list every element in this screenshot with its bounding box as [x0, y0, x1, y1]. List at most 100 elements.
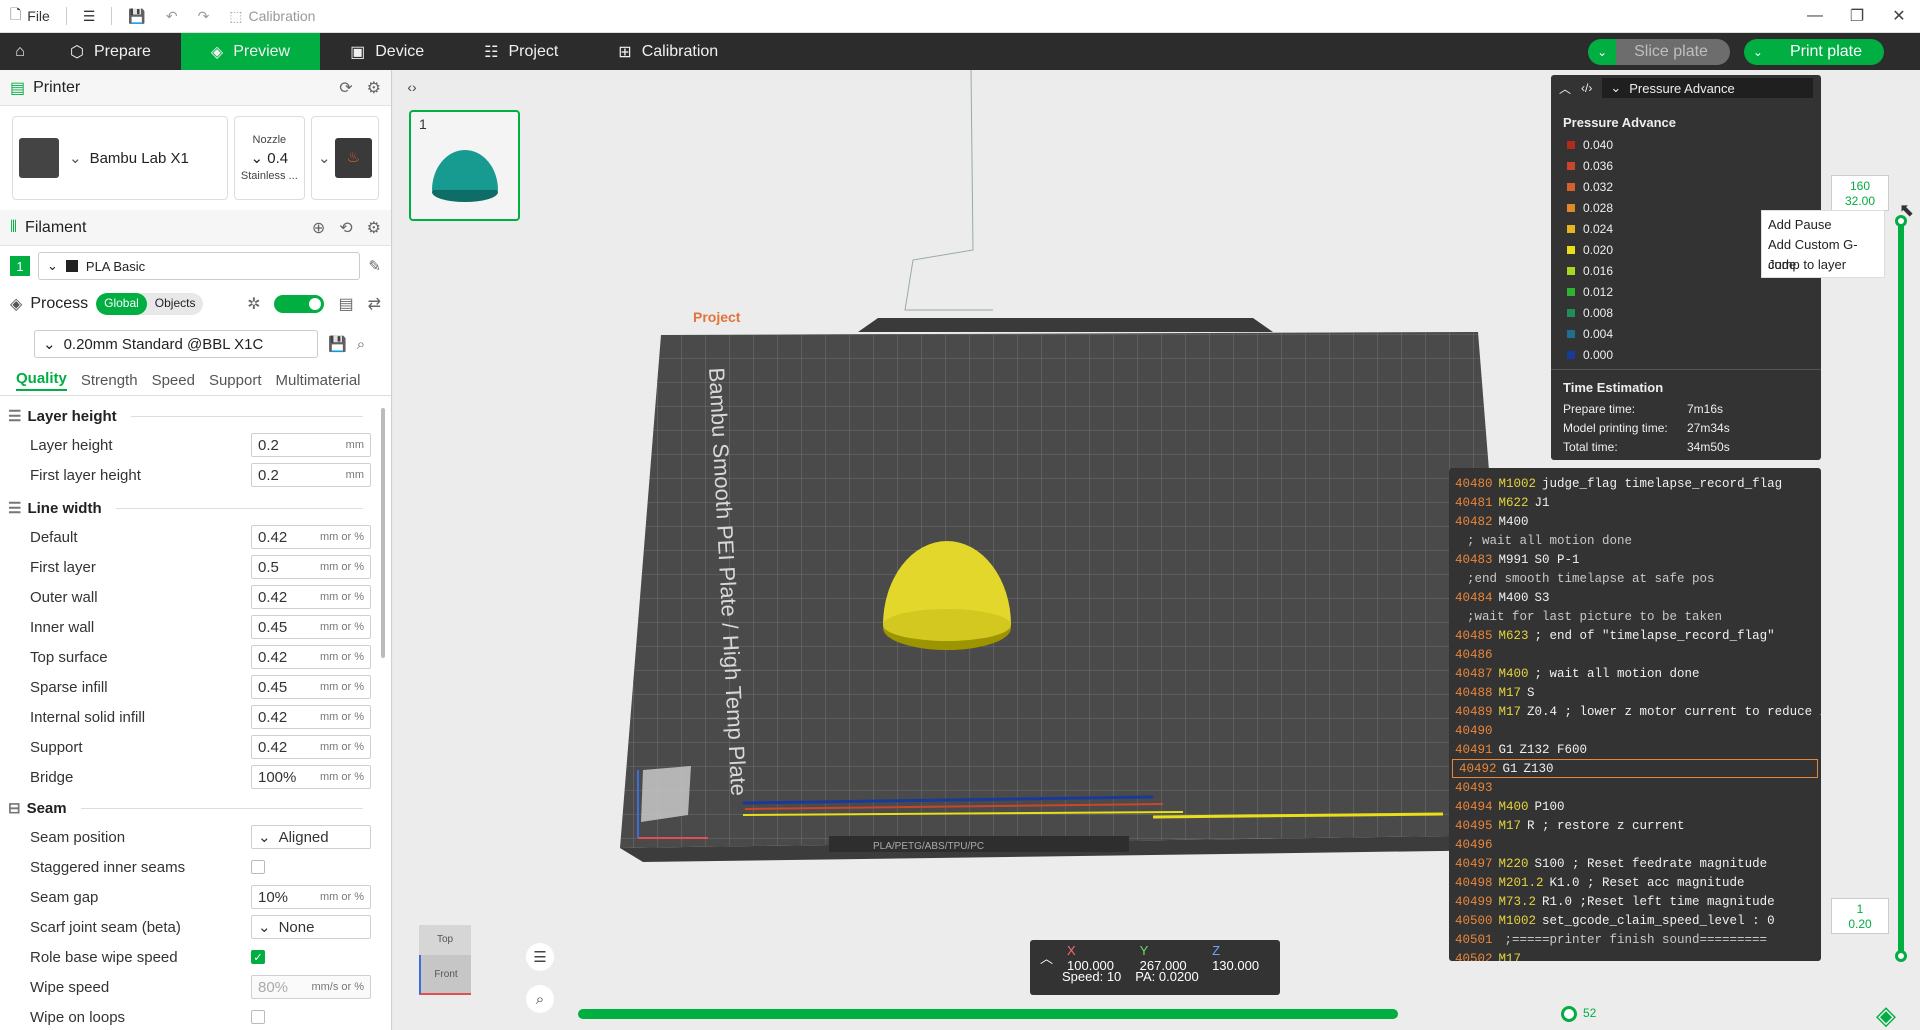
compare-icon[interactable]: ▤	[338, 294, 353, 314]
gcode-line[interactable]: ; wait all motion done	[1449, 531, 1821, 550]
layers-stack-icon[interactable]: ◈	[1876, 1000, 1896, 1030]
gcode-line[interactable]: 40498 M201.2 K1.0 ; Reset acc magnitude	[1449, 873, 1821, 892]
chevron-down-icon[interactable]: ⌄	[1743, 38, 1772, 65]
line-width-input[interactable]: 100% mm or %	[251, 765, 371, 789]
sidebar-scrollbar[interactable]	[381, 408, 385, 658]
seam-gap-input[interactable]: 10% mm or %	[251, 885, 371, 909]
scarf-joint-select[interactable]: ⌄ None	[251, 915, 371, 939]
preview-viewport[interactable]: ‹› 1 Project Bambu Smooth PEI Plate / Hi…	[393, 70, 1920, 1030]
gcode-viewer[interactable]: 40480 M1002 judge_flag timelapse_record_fl…	[1449, 468, 1821, 961]
sync-icon[interactable]: ⟳	[339, 78, 352, 98]
sync-ams-icon[interactable]: ⟲	[339, 218, 352, 238]
gcode-line[interactable]: 40500 M1002 set_gcode_claim_speed_level : …	[1449, 911, 1821, 930]
advanced-switch[interactable]	[274, 295, 325, 313]
view-cube[interactable]: Top Front	[413, 925, 471, 1007]
printer-preset-combo[interactable]: ⌄ Bambu Lab X1	[12, 116, 228, 200]
tab-strength[interactable]: Strength	[81, 372, 138, 389]
undo-icon[interactable]: ↶	[156, 0, 188, 33]
gcode-line[interactable]: 40488 M17 S	[1449, 683, 1821, 702]
layer-slider-track[interactable]	[1898, 220, 1904, 956]
tab-multimaterial[interactable]: Multimaterial	[276, 372, 361, 389]
gcode-line[interactable]: 40490	[1449, 721, 1821, 740]
nozzle-selector[interactable]: Nozzle ⌄ 0.4 Stainless ...	[233, 116, 305, 200]
gcode-line[interactable]: 40486	[1449, 645, 1821, 664]
gcode-line-current[interactable]: 40492 G1 Z130	[1452, 759, 1818, 778]
gcode-line[interactable]: 40484 M400 S3	[1449, 588, 1821, 607]
jump-to-layer-item[interactable]: Jump to layer	[1768, 255, 1878, 275]
gcode-line[interactable]: 40495 M17 R ; restore z current	[1449, 816, 1821, 835]
gcode-line[interactable]: 40501 ;=====printer finish sound=========	[1449, 930, 1821, 949]
add-custom-gcode-item[interactable]: Add Custom G-code	[1768, 235, 1878, 272]
gcode-line[interactable]: 40489 M17 Z0.4 ; lower z motor current to …	[1449, 702, 1821, 721]
line-width-input[interactable]: 0.5 mm or %	[251, 555, 371, 579]
add-pause-item[interactable]: Add Pause	[1768, 215, 1878, 235]
save-preset-icon[interactable]: 💾	[328, 335, 347, 353]
move-slider-handle[interactable]	[1561, 1006, 1577, 1022]
tab-quality[interactable]: Quality	[16, 370, 67, 391]
print-plate-button[interactable]: ⌄ Print plate	[1743, 38, 1884, 65]
zoom-icon[interactable]: ⌕	[526, 985, 554, 1013]
gcode-line[interactable]: 40499 M73.2 R1.0 ;Reset left time magnitud…	[1449, 892, 1821, 911]
gcode-line[interactable]: 40480 M1002 judge_flag timelapse_record_fl…	[1449, 474, 1821, 493]
slice-plate-button[interactable]: ⌄ Slice plate	[1588, 38, 1730, 65]
tab-speed[interactable]: Speed	[152, 372, 195, 389]
seam-position-select[interactable]: ⌄ Aligned	[251, 825, 371, 849]
objects-toggle[interactable]: Objects	[147, 293, 204, 315]
search-icon[interactable]: ⌕	[357, 336, 365, 353]
calibration-title[interactable]: ⬚ Calibration	[219, 0, 325, 33]
layer-slider-bottom-handle[interactable]	[1895, 950, 1907, 962]
gcode-line[interactable]: 40482 M400	[1449, 512, 1821, 531]
gcode-line[interactable]: 40502 M17	[1449, 949, 1821, 962]
line-width-input[interactable]: 0.42 mm or %	[251, 645, 371, 669]
layer-height-input[interactable]: 0.2 mm	[251, 433, 371, 457]
line-width-input[interactable]: 0.42 mm or %	[251, 525, 371, 549]
global-toggle[interactable]: Global	[96, 293, 147, 315]
menu-icon[interactable]: ☰	[526, 943, 554, 971]
gcode-line[interactable]: 40487 M400 ; wait all motion done	[1449, 664, 1821, 683]
collapse-up-icon[interactable]: ︿	[1559, 80, 1571, 97]
tab-device[interactable]: ▣ Device	[320, 33, 454, 70]
restore-icon[interactable]: ❐	[1836, 0, 1878, 33]
gcode-line[interactable]: 40491 G1 Z132 F600	[1449, 740, 1821, 759]
tab-support[interactable]: Support	[209, 372, 262, 389]
role-base-wipe-checkbox[interactable]: ✓	[251, 950, 265, 964]
gcode-line[interactable]: 40493	[1449, 778, 1821, 797]
wipe-speed-input[interactable]: 80% mm/s or %	[251, 975, 371, 999]
global-objects-toggle[interactable]: Global Objects	[96, 293, 204, 315]
view-cube-top[interactable]: Top	[419, 925, 471, 955]
gcode-line[interactable]: 40497 M220 S100 ; Reset feedrate magnitude	[1449, 854, 1821, 873]
first-layer-height-input[interactable]: 0.2 mm	[251, 463, 371, 487]
settings-sliders-icon[interactable]: ⚙	[367, 218, 381, 238]
tab-preview[interactable]: ◈ Preview	[180, 33, 321, 70]
file-menu[interactable]: 🗋 File	[0, 0, 60, 33]
line-width-input[interactable]: 0.45 mm or %	[251, 675, 371, 699]
line-width-input[interactable]: 0.42 mm or %	[251, 705, 371, 729]
gcode-line[interactable]: ;end smooth timelapse at safe pos	[1449, 569, 1821, 588]
advanced-gear-icon[interactable]: ✲	[247, 294, 260, 314]
line-width-input[interactable]: 0.42 mm or %	[251, 735, 371, 759]
staggered-seams-checkbox[interactable]	[251, 860, 265, 874]
transfer-icon[interactable]: ⇄	[368, 294, 381, 314]
view-type-select[interactable]: ⌄ Pressure Advance	[1602, 78, 1813, 98]
home-icon[interactable]: ⌂	[0, 33, 40, 70]
line-width-input[interactable]: 0.45 mm or %	[251, 615, 371, 639]
close-icon[interactable]: ✕	[1878, 0, 1920, 33]
gcode-line[interactable]: 40481 M622 J1	[1449, 493, 1821, 512]
menu-icon[interactable]: ☰	[73, 0, 106, 33]
save-icon[interactable]: 💾	[118, 0, 155, 33]
settings-sliders-icon[interactable]: ⚙	[367, 78, 381, 98]
gcode-line[interactable]: 40485 M623 ; end of "timelapse_record_flag…	[1449, 626, 1821, 645]
wipe-on-loops-checkbox[interactable]	[251, 1010, 265, 1024]
edit-icon[interactable]: ✎	[368, 257, 381, 275]
gcode-line[interactable]: 40494 M400 P100	[1449, 797, 1821, 816]
tab-calibration[interactable]: ⊞ Calibration	[588, 33, 748, 70]
gcode-line[interactable]: 40483 M991 S0 P-1	[1449, 550, 1821, 569]
bed-type-selector[interactable]: ⌄ ♨	[311, 116, 379, 200]
chevron-down-icon[interactable]: ⌄	[1588, 38, 1617, 65]
add-filament-icon[interactable]: ⊕	[312, 218, 325, 238]
filament-preset-combo[interactable]: ⌄ PLA Basic	[38, 252, 361, 280]
gcode-line[interactable]: ;wait for last picture to be taken	[1449, 607, 1821, 626]
view-cube-front[interactable]: Front	[419, 955, 471, 995]
move-slider-track[interactable]	[578, 1009, 1398, 1019]
tab-project[interactable]: ☷ Project	[454, 33, 588, 70]
